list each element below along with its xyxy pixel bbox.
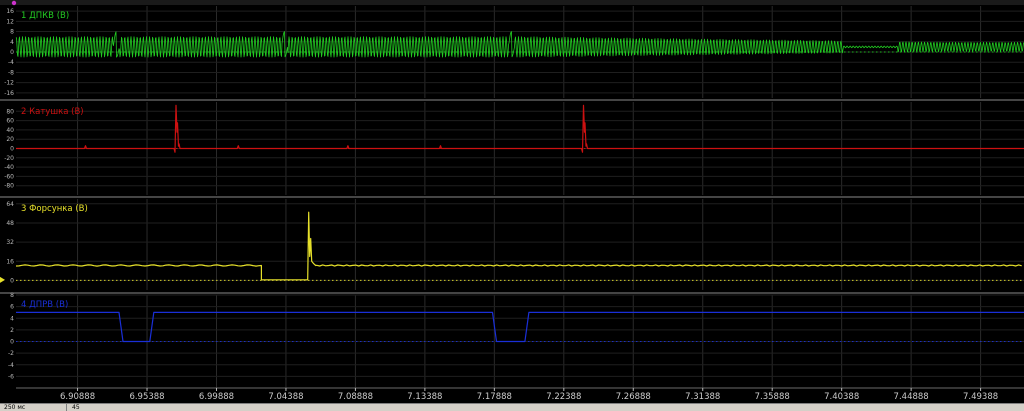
x-tick-label: 7.22388	[546, 392, 581, 402]
y-tick-label: 20	[6, 136, 14, 143]
x-tick-label: 7.13388	[407, 392, 442, 402]
y-tick-label: 16	[6, 8, 14, 15]
channel-title: 3 Форсунка (В)	[21, 204, 88, 214]
x-tick-label: 6.99888	[199, 392, 234, 402]
channel-panel-4: 8 6 4 2 0 -2 -4 -6 4 ДПРВ (В)	[0, 292, 1024, 388]
x-tick-label: 7.26888	[616, 392, 651, 402]
channel-title: 2 Катушка (В)	[21, 107, 84, 117]
channel-panel-1: 16 12 8 4 0 -4 -8 -12 -16 1 ДПКВ (В)	[4, 6, 1024, 98]
y-tick-label: -80	[4, 183, 14, 190]
top-strip	[0, 0, 1024, 5]
x-tick-label: 7.35888	[755, 392, 790, 402]
y-tick-label: 48	[6, 220, 14, 227]
x-tick-label: 7.08888	[338, 392, 373, 402]
x-tick-label: 7.40388	[824, 392, 859, 402]
y-tick-label: 0	[10, 339, 14, 346]
y-tick-label: 64	[6, 201, 14, 208]
y-tick-label: 6	[10, 304, 14, 311]
x-tick-label: 7.17888	[477, 392, 512, 402]
y-tick-label: -16	[4, 90, 14, 97]
channel-panel-3: 64 48 32 16 0 3 Форсунка (В)	[0, 196, 1024, 290]
y-tick-label: 0	[10, 146, 14, 153]
y-tick-label: 40	[6, 127, 14, 134]
y-tick-label: -4	[8, 59, 14, 66]
oscilloscope[interactable]: 1612840-4-8-12-161 ДПКВ (В)806040200-20-…	[0, 0, 1024, 410]
y-tick-label: -60	[4, 173, 14, 180]
x-tick-label: 6.95388	[129, 392, 164, 402]
trigger-marker	[11, 0, 17, 6]
y-tick-label: 32	[6, 239, 14, 246]
y-tick-label: 4	[10, 315, 14, 322]
x-tick-label: 7.49388	[963, 392, 998, 402]
y-tick-label: -12	[4, 80, 14, 87]
y-tick-label: 0	[10, 49, 14, 56]
x-tick-label: 7.31388	[685, 392, 720, 402]
panel-background	[16, 199, 1024, 290]
y-tick-label: 8	[10, 29, 14, 36]
y-tick-label: 4	[10, 39, 14, 46]
y-tick-label: -40	[4, 164, 14, 171]
channel-title: 4 ДПРВ (В)	[21, 300, 68, 310]
y-tick-label: 80	[6, 108, 14, 115]
y-tick-label: -4	[8, 362, 14, 369]
y-tick-label: 2	[10, 327, 14, 334]
y-tick-label: -2	[8, 350, 14, 357]
channel-panel-2: 80 60 40 20 0 -20 -40 -60 -80 2 Катушка (В)	[0, 99, 1024, 195]
x-tick-label: 7.44888	[894, 392, 929, 402]
x-tick-label: 7.04388	[268, 392, 303, 402]
channel-level-marker	[0, 276, 5, 283]
y-tick-label: -6	[8, 373, 14, 380]
y-tick-label: -20	[4, 155, 14, 162]
y-tick-label: 12	[6, 18, 14, 25]
y-tick-label: -8	[8, 69, 14, 76]
y-tick-label: 16	[6, 258, 14, 265]
channel-title: 1 ДПКВ (В)	[21, 11, 69, 21]
y-tick-label: 8	[10, 292, 14, 299]
y-tick-label: 0	[10, 277, 14, 284]
y-tick-label: 60	[6, 118, 14, 125]
x-tick-label: 6.90888	[60, 392, 95, 402]
